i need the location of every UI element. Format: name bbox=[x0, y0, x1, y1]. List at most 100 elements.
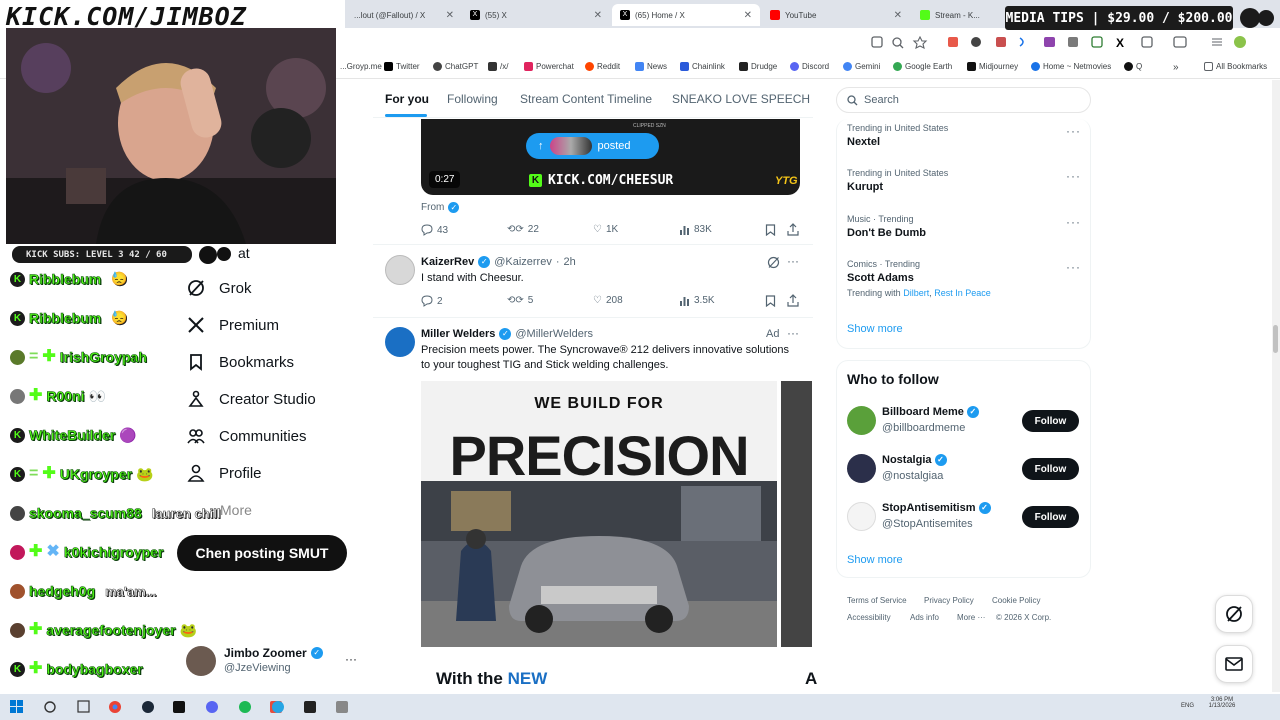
embedded-video[interactable]: ↑ posted CLIPPED SZN 0:27 K KICK.COM/CHE… bbox=[421, 119, 800, 195]
trend-item[interactable]: Music · Trending Don't Be Dumb bbox=[847, 214, 926, 239]
follow-suggestion[interactable]: Nostalgia ✓ @nostalgiaa Follow bbox=[847, 454, 1082, 490]
ad-text: Precision meets power. The Syncrowave® 2… bbox=[421, 344, 790, 371]
footer-more[interactable]: More ··· bbox=[957, 613, 985, 622]
nav-item-more-partial[interactable]: More bbox=[220, 502, 252, 518]
trend-item[interactable]: Comics · Trending Scott Adams Trending wit… bbox=[847, 259, 991, 298]
tab-fallout[interactable]: ...lout (@Fallout) / X ✕ bbox=[346, 4, 462, 26]
footer-terms[interactable]: Terms of Service bbox=[847, 596, 907, 605]
nav-item-grok[interactable]: Grok bbox=[187, 279, 252, 297]
close-tab-icon[interactable]: ✕ bbox=[446, 10, 454, 21]
views-button[interactable]: 83K bbox=[679, 224, 712, 235]
tab-following[interactable]: Following bbox=[447, 92, 498, 106]
tab-x-55[interactable]: X (55) X ✕ bbox=[462, 4, 610, 26]
follow-button[interactable]: Follow bbox=[1022, 410, 1079, 432]
all-bookmarks[interactable]: All Bookmarks bbox=[1204, 62, 1267, 71]
nostalgia-avatar[interactable] bbox=[847, 454, 876, 483]
share-icon[interactable] bbox=[787, 223, 799, 236]
tab-sneako-love-speech[interactable]: SNEAKO LOVE SPEECH bbox=[672, 92, 810, 106]
close-tab-icon[interactable]: ✕ bbox=[594, 10, 602, 21]
billboardmeme-avatar[interactable] bbox=[847, 406, 876, 435]
grok-floating-button[interactable] bbox=[1215, 595, 1253, 633]
browser-extension-icons[interactable]: X bbox=[870, 36, 1250, 49]
footer-accessibility[interactable]: Accessibility bbox=[847, 613, 891, 622]
bookmark-twitter[interactable]: Twitter bbox=[384, 62, 420, 71]
views-button[interactable]: 3.5K bbox=[679, 295, 715, 306]
nav-item-premium[interactable]: Premium bbox=[187, 316, 279, 334]
tab-x-home[interactable]: X (65) Home / X ✕ bbox=[612, 4, 760, 26]
bookmark-midjourney[interactable]: Midjourney bbox=[967, 62, 1018, 71]
close-tab-icon[interactable]: ✕ bbox=[744, 10, 752, 21]
bookmark-chainlink[interactable]: Chainlink bbox=[680, 62, 725, 71]
bookmark-reddit[interactable]: Reddit bbox=[585, 62, 620, 71]
follow-button[interactable]: Follow bbox=[1022, 458, 1079, 480]
millerwelders-avatar[interactable] bbox=[385, 327, 415, 357]
messages-floating-button[interactable] bbox=[1215, 645, 1253, 683]
post-more-icon[interactable]: ··· bbox=[787, 254, 799, 268]
bookmark-google-earth[interactable]: Google Earth bbox=[893, 62, 952, 71]
stopantisemitism-avatar[interactable] bbox=[847, 502, 876, 531]
tab-youtube[interactable]: YouTube ✕ bbox=[762, 4, 910, 26]
input-language[interactable]: ENG bbox=[1181, 703, 1194, 709]
trend-more-icon[interactable]: ··· bbox=[1066, 124, 1081, 138]
trend-item[interactable]: Trending in United States Nextel bbox=[847, 123, 948, 148]
more-bookmarks-chevron-icon[interactable]: » bbox=[1173, 62, 1179, 73]
kaizerrev-avatar[interactable] bbox=[385, 255, 415, 285]
bookmark-x-board[interactable]: /x/ bbox=[488, 62, 508, 71]
taskbar-clock[interactable]: 3:06 PM 1/13/2026 bbox=[1207, 697, 1237, 709]
search-input[interactable]: Search bbox=[836, 87, 1091, 113]
bookmark-netmovies[interactable]: Home ~ Netmovies bbox=[1031, 62, 1111, 71]
share-icon[interactable] bbox=[787, 294, 799, 307]
footer-privacy[interactable]: Privacy Policy bbox=[924, 596, 974, 605]
bookmark-icon[interactable] bbox=[765, 295, 776, 307]
tab-for-you[interactable]: For you bbox=[385, 92, 429, 106]
grok-icon[interactable] bbox=[767, 256, 780, 269]
taskbar-app-icons[interactable] bbox=[10, 700, 360, 714]
nav-item-bookmarks[interactable]: Bookmarks bbox=[187, 353, 294, 371]
repost-button[interactable]: ⟲⟳ 5 bbox=[507, 295, 533, 306]
bookmark-groyp[interactable]: ...Groyp.me bbox=[340, 62, 382, 71]
cross-badge-icon: ✚ bbox=[42, 465, 56, 482]
bookmark-powerchat[interactable]: Powerchat bbox=[524, 62, 574, 71]
bookmark-icon[interactable] bbox=[765, 224, 776, 236]
bookmark-discord[interactable]: Discord bbox=[790, 62, 829, 71]
account-avatar[interactable] bbox=[186, 646, 216, 676]
nav-partial-item[interactable]: at bbox=[238, 245, 250, 261]
ad-image-card[interactable]: WE BUILD FOR PRECISION bbox=[421, 381, 777, 647]
follow-button[interactable]: Follow bbox=[1022, 506, 1079, 528]
follow-suggestion[interactable]: StopAntisemitism ✓ @StopAntisemites Follo… bbox=[847, 502, 1082, 538]
scrollbar-thumb[interactable] bbox=[1273, 325, 1278, 353]
nav-item-communities[interactable]: Communities bbox=[187, 427, 307, 445]
close-tab-icon[interactable]: ✕ bbox=[894, 10, 902, 21]
nav-item-profile[interactable]: Profile bbox=[187, 464, 262, 482]
tab-stream-content-timeline[interactable]: Stream Content Timeline bbox=[520, 92, 652, 106]
like-button[interactable]: ♡ 1K bbox=[593, 224, 618, 235]
account-more-icon[interactable]: ··· bbox=[345, 652, 357, 666]
reply-button[interactable]: 43 bbox=[421, 224, 448, 236]
account-name-row[interactable]: Jimbo Zoomer ✓ bbox=[224, 646, 323, 660]
footer-cookie[interactable]: Cookie Policy bbox=[992, 596, 1040, 605]
posted-pill[interactable]: ↑ posted bbox=[526, 133, 659, 159]
follow-show-more-link[interactable]: Show more bbox=[847, 554, 903, 566]
page-scrollbar[interactable] bbox=[1272, 80, 1280, 692]
trend-item[interactable]: Trending in United States Kurupt bbox=[847, 168, 948, 193]
verified-badge-icon: ✓ bbox=[478, 256, 491, 268]
ad-carousel-next-card[interactable] bbox=[781, 381, 812, 647]
trend-more-icon[interactable]: ··· bbox=[1066, 169, 1081, 183]
trends-show-more-link[interactable]: Show more bbox=[847, 323, 903, 335]
bookmark-chatgpt[interactable]: ChatGPT bbox=[433, 62, 478, 71]
bookmark-drudge[interactable]: Drudge bbox=[739, 62, 777, 71]
trend-more-icon[interactable]: ··· bbox=[1066, 260, 1081, 274]
like-button[interactable]: ♡ 208 bbox=[593, 295, 623, 306]
nav-item-creator-studio[interactable]: Creator Studio bbox=[187, 390, 316, 408]
reply-button[interactable]: 2 bbox=[421, 295, 443, 307]
bookmark-gemini[interactable]: Gemini bbox=[843, 62, 880, 71]
follow-suggestion[interactable]: Billboard Meme ✓ @billboardmeme Follow bbox=[847, 406, 1082, 442]
post-more-icon[interactable]: ··· bbox=[787, 326, 799, 340]
tab-kick-stream[interactable]: Stream - K... bbox=[912, 4, 1002, 26]
footer-ads-info[interactable]: Ads info bbox=[910, 613, 939, 622]
trend-more-icon[interactable]: ··· bbox=[1066, 215, 1081, 229]
bookmark-q[interactable]: Q bbox=[1124, 62, 1142, 71]
folder-icon bbox=[1204, 62, 1213, 71]
bookmark-news[interactable]: News bbox=[635, 62, 667, 71]
repost-button[interactable]: ⟲⟳ 22 bbox=[507, 224, 539, 235]
